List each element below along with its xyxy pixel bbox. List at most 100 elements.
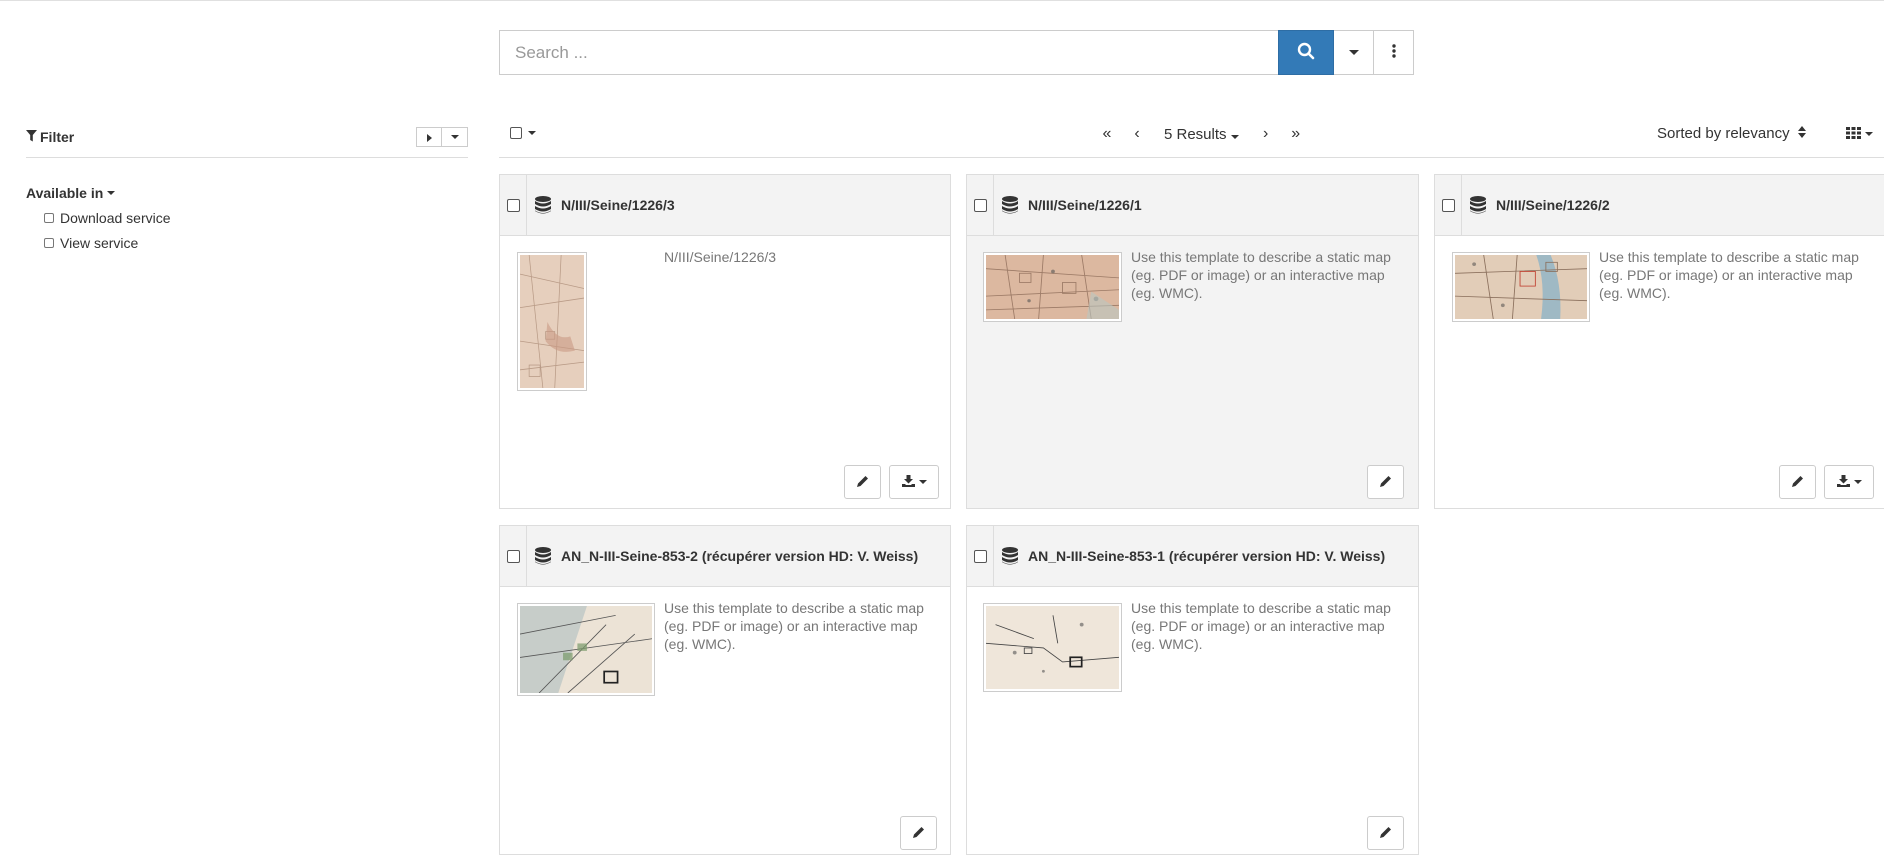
edit-button[interactable]	[1779, 465, 1816, 499]
card-description: N/III/Seine/1226/3	[664, 249, 777, 265]
caret-down-icon	[107, 191, 116, 195]
edit-button[interactable]	[844, 465, 881, 499]
card-description: Use this template to describe a static m…	[1131, 600, 1391, 652]
first-page-button[interactable]: «	[1092, 125, 1122, 143]
select-all-checkbox[interactable]	[510, 127, 522, 139]
checkbox[interactable]	[44, 213, 54, 223]
map-thumbnail[interactable]	[1452, 252, 1590, 322]
edit-button[interactable]	[900, 816, 937, 850]
sort-icon	[1797, 125, 1806, 142]
pencil-icon	[856, 474, 869, 490]
filter-title-label: Filter	[40, 129, 75, 145]
card-select[interactable]	[967, 175, 994, 235]
search-icon	[1297, 42, 1315, 63]
card-select[interactable]	[967, 526, 994, 586]
result-card[interactable]: N/III/Seine/1226/2 Use this template to …	[1434, 174, 1884, 509]
previous-page-button[interactable]: ‹	[1122, 125, 1152, 143]
checkbox[interactable]	[44, 238, 54, 248]
card-title[interactable]: N/III/Seine/1226/3	[561, 197, 675, 213]
pencil-icon	[1379, 825, 1392, 841]
card-select[interactable]	[1435, 175, 1462, 235]
card-title[interactable]: AN_N-III-Seine-853-1 (récupérer version …	[1028, 548, 1385, 564]
card-description: Use this template to describe a static m…	[664, 600, 924, 652]
more-options-button[interactable]	[1374, 30, 1414, 75]
checkbox[interactable]	[1441, 198, 1455, 212]
vertical-dots-icon	[1391, 44, 1396, 61]
search-button[interactable]	[1278, 30, 1334, 75]
available-in-label: Available in	[26, 185, 104, 201]
filter-title: Filter	[26, 129, 74, 145]
checkbox[interactable]	[973, 198, 987, 212]
sort-dropdown[interactable]: Sorted by relevancy	[1657, 125, 1806, 142]
sort-label: Sorted by relevancy	[1657, 125, 1790, 142]
pencil-icon	[1791, 474, 1804, 490]
card-title[interactable]: N/III/Seine/1226/2	[1496, 197, 1610, 213]
results-count-dropdown[interactable]: 5 Results	[1152, 126, 1251, 143]
card-title[interactable]: AN_N-III-Seine-853-2 (récupérer version …	[561, 548, 918, 564]
search-input[interactable]	[499, 30, 1278, 75]
filter-option-label: View service	[60, 235, 139, 251]
filter-controls	[416, 127, 468, 147]
checkbox[interactable]	[973, 549, 987, 563]
available-in-toggle[interactable]: Available in	[26, 185, 116, 201]
toolbar-divider	[499, 157, 1884, 158]
view-mode-dropdown[interactable]	[1846, 126, 1873, 142]
database-icon	[1002, 547, 1018, 565]
checkbox[interactable]	[506, 549, 520, 563]
filter-header: Filter	[26, 127, 468, 158]
last-page-button[interactable]: »	[1281, 125, 1311, 143]
filter-icon	[26, 129, 37, 145]
download-icon	[901, 474, 915, 490]
map-thumbnail[interactable]	[517, 252, 587, 391]
card-description: Use this template to describe a static m…	[1131, 249, 1391, 301]
pagination: « ‹ 5 Results › »	[1092, 125, 1311, 143]
database-icon	[1002, 196, 1018, 214]
card-header: N/III/Seine/1226/3	[500, 175, 950, 236]
filter-option-download-service[interactable]: Download service	[44, 210, 171, 226]
next-page-button[interactable]: ›	[1251, 125, 1281, 143]
caret-down-icon	[1230, 134, 1239, 139]
database-icon	[535, 547, 551, 565]
result-card[interactable]: AN_N-III-Seine-853-1 (récupérer version …	[966, 525, 1419, 855]
caret-down-icon	[1865, 132, 1873, 136]
map-thumbnail[interactable]	[983, 603, 1122, 692]
download-icon	[1836, 474, 1850, 490]
edit-button[interactable]	[1367, 465, 1404, 499]
search-bar	[499, 30, 1414, 75]
card-header: AN_N-III-Seine-853-1 (récupérer version …	[967, 526, 1418, 587]
filter-option-label: Download service	[60, 210, 171, 226]
result-card[interactable]: N/III/Seine/1226/3 N/III/Seine/1226/3	[499, 174, 951, 509]
caret-down-icon	[450, 135, 459, 139]
download-dropdown[interactable]	[1824, 465, 1874, 499]
caret-down-icon	[1853, 480, 1862, 484]
select-all-dropdown[interactable]	[510, 127, 536, 139]
card-title[interactable]: N/III/Seine/1226/1	[1028, 197, 1142, 213]
download-dropdown[interactable]	[889, 465, 939, 499]
card-description: Use this template to describe a static m…	[1599, 249, 1859, 301]
card-header: N/III/Seine/1226/2	[1435, 175, 1884, 236]
filter-menu-dropdown[interactable]	[442, 127, 468, 147]
edit-button[interactable]	[1367, 816, 1404, 850]
filter-expand-button[interactable]	[416, 127, 442, 147]
pencil-icon	[912, 825, 925, 841]
database-icon	[1470, 196, 1486, 214]
grid-icon	[1846, 126, 1861, 142]
caret-down-icon	[1348, 50, 1359, 55]
result-card[interactable]: AN_N-III-Seine-853-2 (récupérer version …	[499, 525, 951, 855]
checkbox[interactable]	[506, 198, 520, 212]
filter-option-view-service[interactable]: View service	[44, 235, 138, 251]
caret-down-icon	[918, 480, 927, 484]
caret-right-icon	[426, 129, 432, 145]
card-header: N/III/Seine/1226/1	[967, 175, 1418, 236]
database-icon	[535, 196, 551, 214]
map-thumbnail[interactable]	[517, 603, 655, 696]
map-thumbnail[interactable]	[983, 252, 1122, 322]
results-count-label: 5 Results	[1164, 125, 1227, 143]
card-select[interactable]	[500, 526, 527, 586]
search-options-dropdown[interactable]	[1334, 30, 1374, 75]
card-header: AN_N-III-Seine-853-2 (récupérer version …	[500, 526, 950, 587]
caret-down-icon	[528, 131, 536, 135]
card-select[interactable]	[500, 175, 527, 235]
pencil-icon	[1379, 474, 1392, 490]
result-card[interactable]: N/III/Seine/1226/1 Use this template to …	[966, 174, 1419, 509]
